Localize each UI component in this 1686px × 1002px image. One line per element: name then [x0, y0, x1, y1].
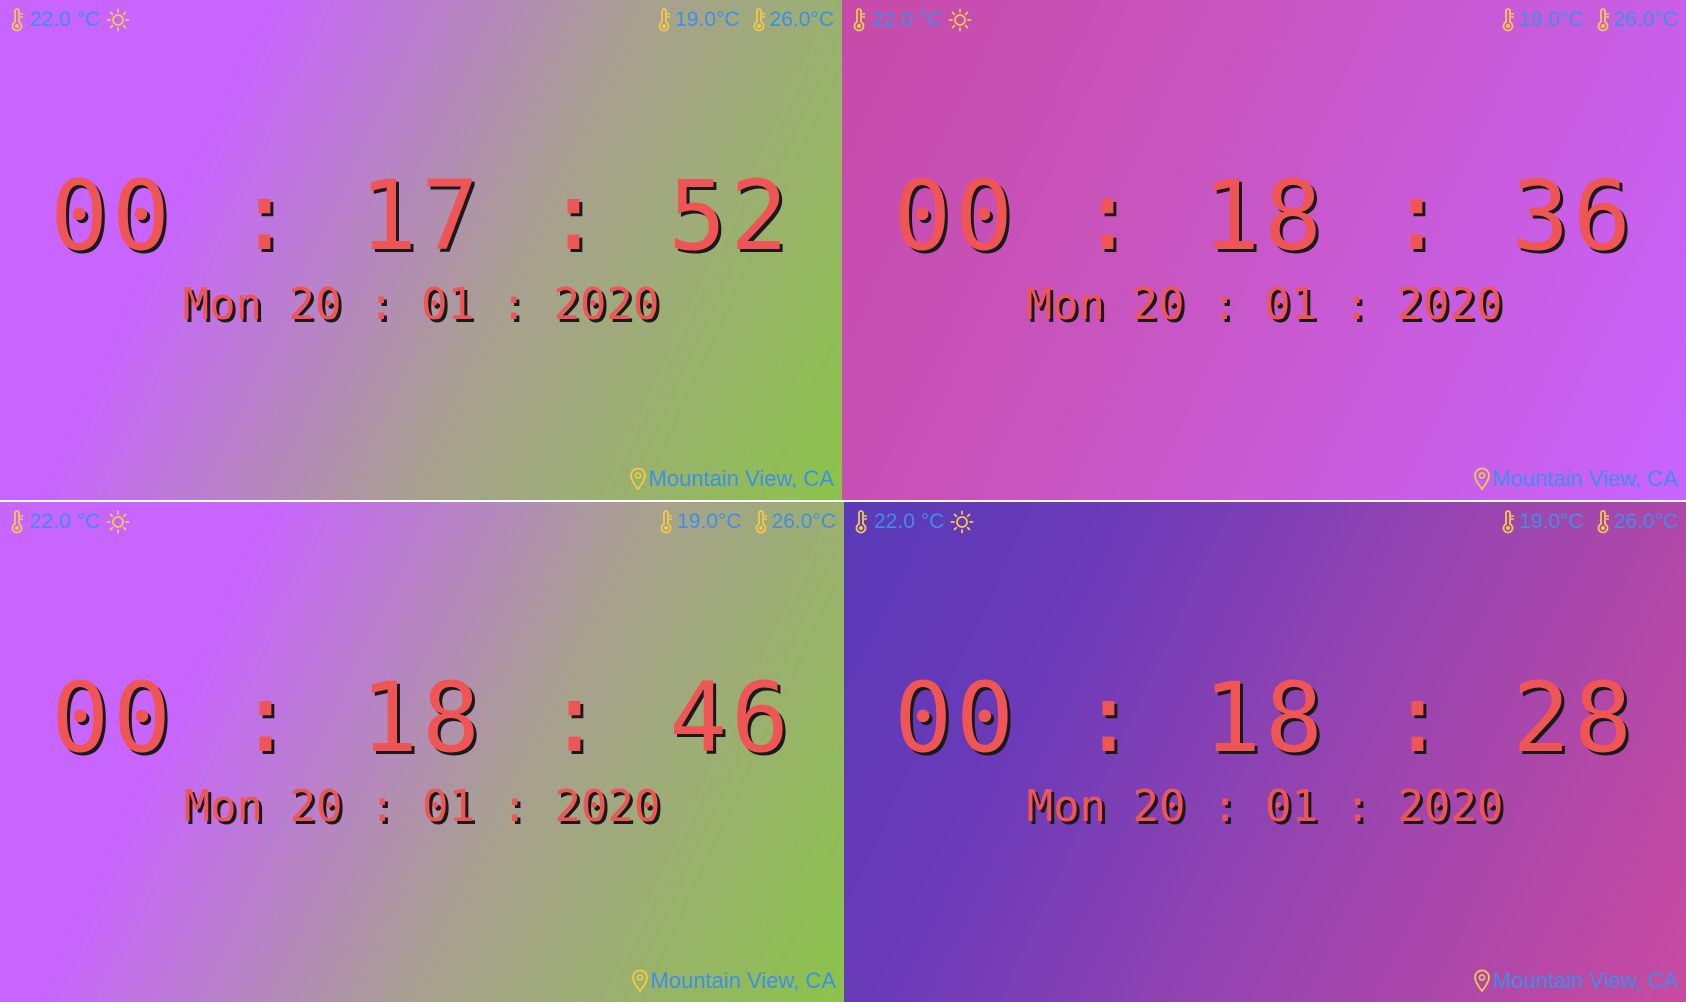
thermometer-icon: [754, 510, 768, 534]
sun-icon: [106, 8, 130, 32]
min-temperature: 19.0°C: [1519, 510, 1584, 533]
thermometer-icon: [657, 8, 671, 32]
sun-icon: [948, 8, 972, 32]
min-temperature: 19.0°C: [675, 8, 740, 31]
clock-time: 00 : 18 : 46: [51, 662, 793, 774]
location-name: Mountain View, CA: [1492, 968, 1678, 993]
temperature-range: 19.0°C 26.0°C: [1501, 510, 1678, 534]
clock-date: Mon 20 : 01 : 2020: [1026, 781, 1504, 832]
clock-panel: 22.0 °C 19.0°C 26.0°C 00 : 18 : 28 Mon 2…: [844, 502, 1686, 1002]
clock-screenshot-grid: 22.0 °C 19.0°C 26.0°C 00 : 17 : 52 Mon 2…: [0, 0, 1686, 1002]
thermometer-icon: [852, 8, 866, 32]
location: Mountain View, CA: [629, 466, 834, 492]
max-temperature-group: 26.0°C: [752, 8, 834, 32]
location-pin-icon: [1473, 969, 1491, 993]
location-name: Mountain View, CA: [650, 968, 836, 993]
clock-date: Mon 20 : 01 : 2020: [183, 781, 661, 832]
max-temperature: 26.0°C: [1613, 8, 1678, 31]
thermometer-icon: [1501, 510, 1515, 534]
thermometer-icon: [752, 8, 766, 32]
current-weather: 22.0 °C: [10, 8, 130, 32]
clock-panel: 22.0 °C 19.0°C 26.0°C 00 : 17 : 52 Mon 2…: [0, 0, 842, 500]
location-name: Mountain View, CA: [648, 466, 834, 491]
min-temperature-group: 19.0°C: [657, 8, 740, 32]
max-temperature-group: 26.0°C: [754, 510, 836, 534]
location-name: Mountain View, CA: [1492, 466, 1678, 491]
clock-date: Mon 20 : 01 : 2020: [1025, 279, 1503, 330]
location-pin-icon: [629, 467, 647, 491]
temperature-range: 19.0°C 26.0°C: [1501, 8, 1678, 32]
min-temperature: 19.0°C: [1519, 8, 1584, 31]
location: Mountain View, CA: [1473, 968, 1678, 994]
min-temperature-group: 19.0°C: [1501, 510, 1584, 534]
clock-time: 00 : 17 : 52: [50, 160, 792, 272]
clock-panel: 22.0 °C 19.0°C 26.0°C 00 : 18 : 46 Mon 2…: [0, 502, 844, 1002]
thermometer-icon: [10, 510, 24, 534]
min-temperature-group: 19.0°C: [1501, 8, 1584, 32]
sun-icon: [950, 510, 974, 534]
sun-icon: [106, 510, 130, 534]
temperature-range: 19.0°C 26.0°C: [657, 8, 834, 32]
location: Mountain View, CA: [631, 968, 836, 994]
thermometer-icon: [1596, 8, 1610, 32]
max-temperature-group: 26.0°C: [1596, 510, 1678, 534]
thermometer-icon: [10, 8, 24, 32]
current-temperature: 22.0 °C: [30, 510, 101, 533]
max-temperature: 26.0°C: [769, 8, 834, 31]
current-temperature: 22.0 °C: [874, 510, 945, 533]
location: Mountain View, CA: [1473, 466, 1678, 492]
thermometer-icon: [659, 510, 673, 534]
clock-time: 00 : 18 : 28: [894, 662, 1636, 774]
thermometer-icon: [854, 510, 868, 534]
thermometer-icon: [1596, 510, 1610, 534]
current-weather: 22.0 °C: [854, 510, 974, 534]
max-temperature: 26.0°C: [771, 510, 836, 533]
temperature-range: 19.0°C 26.0°C: [659, 510, 836, 534]
clock-panel: 22.0 °C 19.0°C 26.0°C 00 : 18 : 36 Mon 2…: [842, 0, 1686, 500]
max-temperature: 26.0°C: [1613, 510, 1678, 533]
min-temperature-group: 19.0°C: [659, 510, 742, 534]
current-weather: 22.0 °C: [10, 510, 130, 534]
location-pin-icon: [1473, 467, 1491, 491]
location-pin-icon: [631, 969, 649, 993]
current-temperature: 22.0 °C: [872, 8, 943, 31]
clock-date: Mon 20 : 01 : 2020: [182, 279, 660, 330]
current-weather: 22.0 °C: [852, 8, 972, 32]
thermometer-icon: [1501, 8, 1515, 32]
max-temperature-group: 26.0°C: [1596, 8, 1678, 32]
clock-time: 00 : 18 : 36: [893, 160, 1635, 272]
min-temperature: 19.0°C: [677, 510, 742, 533]
current-temperature: 22.0 °C: [30, 8, 101, 31]
